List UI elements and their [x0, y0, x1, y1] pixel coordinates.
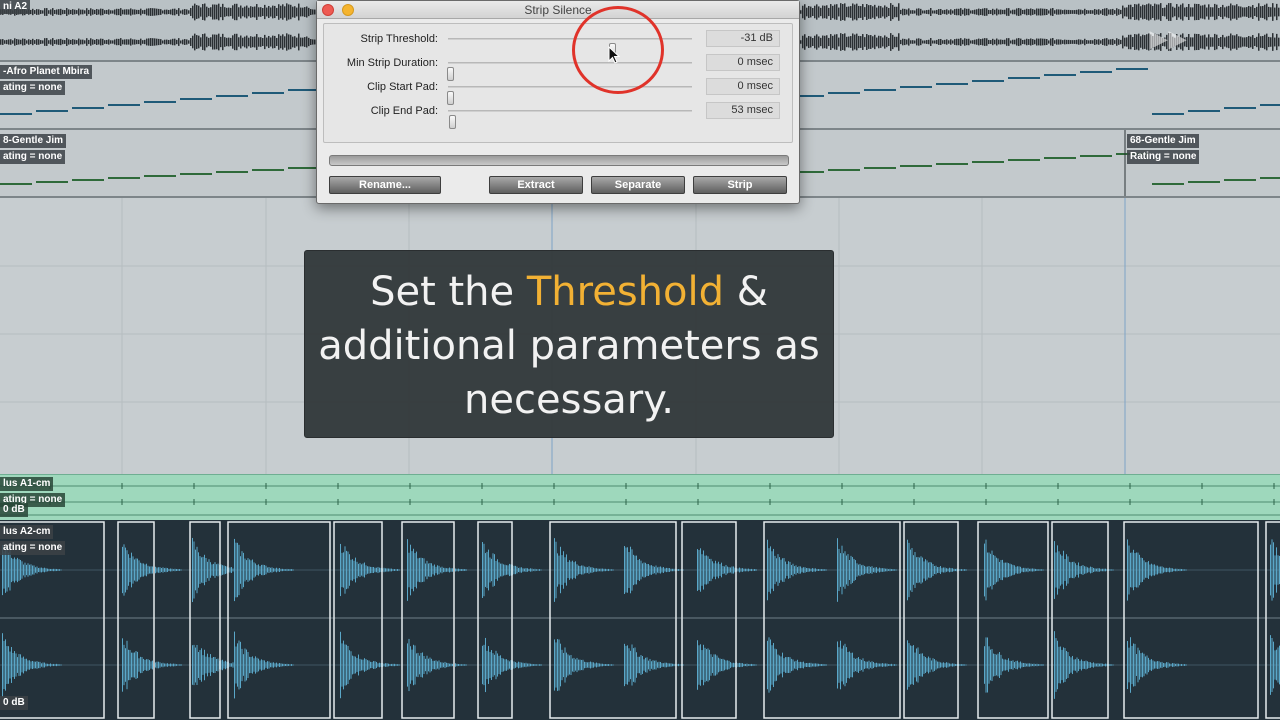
min-strip-duration-value[interactable]: 0 msec — [706, 54, 780, 71]
clip-rating-gentle: ating = none — [0, 150, 66, 164]
waveform-green — [0, 483, 1280, 516]
clip-db-plus-a1: 0 dB — [0, 503, 28, 517]
min-strip-duration-label: Min Strip Duration: — [346, 57, 438, 69]
close-icon[interactable] — [322, 4, 334, 16]
min-strip-duration-row: Min Strip Duration: 0 msec — [324, 52, 794, 81]
clip-label-top: ni A2 — [0, 0, 31, 14]
clip-start-pad-row: Clip Start Pad: 0 msec — [324, 76, 794, 105]
minimize-icon[interactable] — [342, 4, 354, 16]
caption-text-pre: Set the — [370, 269, 527, 315]
caption-highlight: Threshold — [526, 269, 724, 315]
clip-rating-plus-a2: ating = none — [0, 541, 66, 555]
clip-label-afro: -Afro Planet Mbira — [0, 65, 93, 79]
clip-end-pad-slider[interactable] — [448, 110, 692, 129]
track-plus-a1[interactable]: lus A1-cm ating = none 0 dB — [0, 474, 1280, 520]
strip-threshold-row: Strip Threshold: -31 dB — [324, 28, 794, 57]
dialog-titlebar[interactable]: Strip Silence — [317, 1, 799, 19]
strip-threshold-label: Strip Threshold: — [360, 33, 438, 45]
watermark-logo: ▶▶ — [1150, 26, 1188, 51]
clip-label-gentle: 8-Gentle Jim — [0, 134, 67, 148]
edit-window: ni A2 -Afro Planet Mbira ating = none 8-… — [0, 0, 1280, 720]
clip-rating-gentle-2: Rating = none — [1127, 150, 1200, 164]
clip-label-gentle-2: 68-Gentle Jim — [1127, 134, 1199, 148]
track-plus-a2[interactable]: lus A2-cm ating = none 0 dB — [0, 520, 1280, 720]
clip-end-pad-value[interactable]: 53 msec — [706, 102, 780, 119]
instruction-caption: Set the Threshold & additional parameter… — [304, 250, 834, 438]
clip-db-plus-a2: 0 dB — [0, 696, 28, 710]
parameter-panel: Strip Threshold: -31 dB Min Strip Durati… — [323, 23, 793, 143]
separate-button[interactable]: Separate — [591, 176, 685, 194]
extract-button[interactable]: Extract — [489, 176, 583, 194]
clip-rating-afro: ating = none — [0, 81, 66, 95]
strip-button[interactable]: Strip — [693, 176, 787, 194]
strip-silence-dialog: Strip Silence Strip Threshold: -31 dB Mi… — [316, 0, 800, 204]
clip-label-plus-a2: lus A2-cm — [0, 525, 54, 539]
strip-threshold-value[interactable]: -31 dB — [706, 30, 780, 47]
clip-label-plus-a1: lus A1-cm — [0, 477, 54, 491]
clip-start-pad-value[interactable]: 0 msec — [706, 78, 780, 95]
clip-start-pad-label: Clip Start Pad: — [367, 81, 438, 93]
clip-end-pad-knob[interactable] — [449, 115, 457, 129]
waveform-drums — [0, 521, 1280, 719]
clip-end-pad-row: Clip End Pad: 53 msec — [324, 100, 794, 129]
mouse-cursor-icon — [608, 46, 621, 64]
rename-button[interactable]: Rename... — [329, 176, 441, 194]
progress-bar — [329, 155, 789, 166]
clip-start-pad-slider[interactable] — [447, 86, 692, 105]
dialog-title: Strip Silence — [524, 3, 592, 17]
clip-end-pad-label: Clip End Pad: — [370, 105, 438, 117]
